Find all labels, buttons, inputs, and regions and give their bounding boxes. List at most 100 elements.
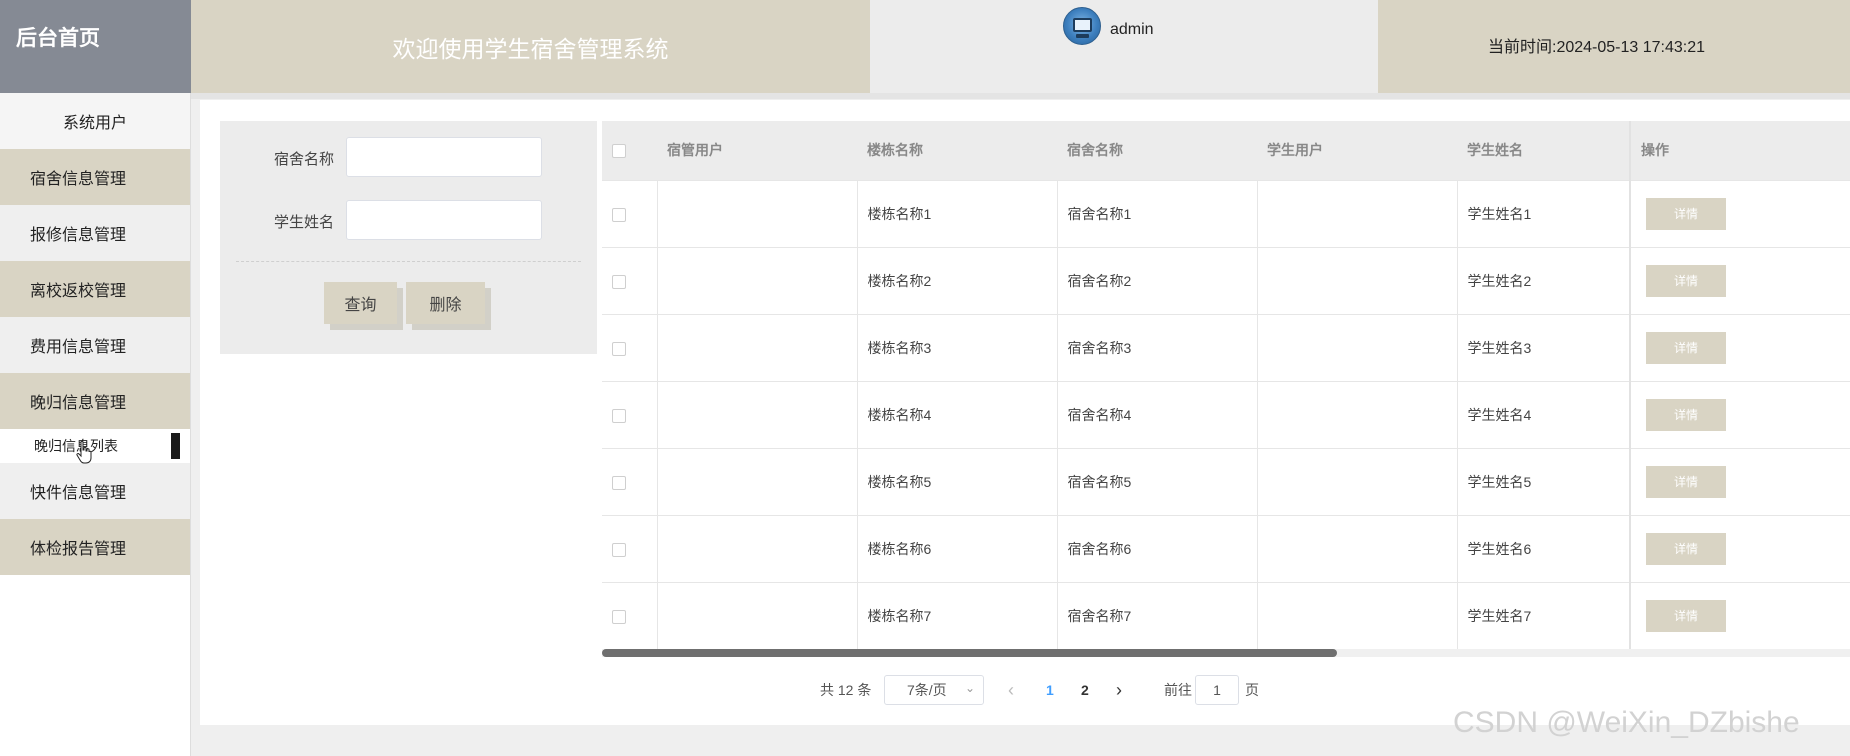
- row-checkbox[interactable]: [612, 274, 626, 289]
- select-all-checkbox[interactable]: [612, 144, 626, 159]
- search-panel: 宿舍名称 学生姓名 查询 删除: [220, 121, 597, 354]
- dorm-name-input[interactable]: [346, 137, 542, 177]
- detail-button[interactable]: 详情: [1646, 465, 1726, 498]
- active-indicator: [171, 433, 180, 459]
- manager-cell: [657, 246, 858, 314]
- column-header[interactable]: 学生姓名: [1457, 121, 1630, 180]
- column-header[interactable]: 宿管用户: [657, 121, 857, 180]
- column-header[interactable]: 楼栋名称: [857, 121, 1057, 180]
- student-name-input[interactable]: [346, 200, 542, 240]
- sidebar-item-leave-return[interactable]: 离校返校管理: [0, 261, 190, 317]
- action-cell: 详情: [1629, 313, 1850, 381]
- student-name-cell: 学生姓名4: [1457, 380, 1631, 448]
- sidebar: 系统用户 宿舍信息管理 报修信息管理 离校返校管理 费用信息管理 晚归信息管理 …: [0, 93, 191, 756]
- building-cell: 楼栋名称6: [857, 514, 1058, 582]
- table-row: 楼栋名称3 宿舍名称3 学生姓名3 详情: [602, 313, 1850, 381]
- time-value: 2024-05-13 17:43:21: [1556, 39, 1706, 56]
- student-name-cell: 学生姓名6: [1457, 514, 1631, 582]
- row-select-cell: [602, 179, 658, 247]
- page-size-value: 7条/页: [907, 682, 947, 698]
- table-row: 楼栋名称1 宿舍名称1 学生姓名1 详情: [602, 179, 1850, 247]
- scrollbar-thumb[interactable]: [602, 649, 1337, 657]
- student-name-label: 学生姓名: [274, 214, 335, 231]
- row-select-cell: [602, 313, 658, 381]
- row-checkbox[interactable]: [612, 408, 626, 423]
- sidebar-item-fee-info[interactable]: 费用信息管理: [0, 317, 190, 373]
- header-divider: [191, 93, 1850, 99]
- sidebar-item-repair-info[interactable]: 报修信息管理: [0, 205, 190, 261]
- detail-button[interactable]: 详情: [1646, 532, 1726, 565]
- student-name-cell: 学生姓名3: [1457, 313, 1631, 381]
- detail-button[interactable]: 详情: [1646, 197, 1726, 230]
- sidebar-item-label: 宿舍信息管理: [30, 171, 127, 188]
- username[interactable]: admin: [1110, 21, 1154, 39]
- prev-page-icon[interactable]: ‹: [1008, 675, 1014, 705]
- next-page-icon[interactable]: ›: [1116, 675, 1122, 705]
- column-header[interactable]: 宿舍名称: [1057, 121, 1257, 180]
- row-checkbox[interactable]: [612, 609, 626, 624]
- sidebar-item-label: 离校返校管理: [30, 283, 127, 300]
- row-checkbox[interactable]: [612, 542, 626, 557]
- row-checkbox[interactable]: [612, 207, 626, 222]
- dorm-cell: 宿舍名称2: [1057, 246, 1258, 314]
- student-user-cell: [1257, 313, 1458, 381]
- delete-button[interactable]: 删除: [406, 282, 485, 324]
- manager-cell: [657, 447, 858, 515]
- detail-button[interactable]: 详情: [1646, 264, 1726, 297]
- dorm-cell: 宿舍名称1: [1057, 179, 1258, 247]
- row-checkbox[interactable]: [612, 475, 626, 490]
- sidebar-item-label: 报修信息管理: [30, 227, 127, 244]
- sidebar-item-late-return[interactable]: 晚归信息管理: [0, 373, 190, 429]
- user-area: admin: [870, 0, 1378, 93]
- brand-home[interactable]: 后台首页: [0, 0, 191, 93]
- action-cell: 详情: [1629, 380, 1850, 448]
- manager-cell: [657, 179, 858, 247]
- table-row: 楼栋名称7 宿舍名称7 学生姓名7 详情: [602, 581, 1850, 649]
- monitor-stand-icon: [1076, 34, 1089, 38]
- system-title: 欢迎使用学生宿舍管理系统: [392, 35, 669, 62]
- page-size-select[interactable]: 7条/页 ⌄: [884, 675, 984, 705]
- goto-label: 前往: [1164, 682, 1192, 698]
- horizontal-scrollbar[interactable]: [602, 649, 1850, 657]
- column-header: 操作: [1629, 121, 1850, 180]
- detail-button[interactable]: 详情: [1646, 398, 1726, 431]
- select-all-cell: [602, 121, 657, 180]
- student-user-cell: [1257, 246, 1458, 314]
- student-name-cell: 学生姓名2: [1457, 246, 1631, 314]
- page-number-2[interactable]: 2: [1081, 675, 1089, 705]
- building-cell: 楼栋名称2: [857, 246, 1058, 314]
- sidebar-item-health-report[interactable]: 体检报告管理: [0, 519, 190, 575]
- monitor-icon: [1073, 18, 1092, 32]
- sidebar-item-dorm-info[interactable]: 宿舍信息管理: [0, 149, 190, 205]
- student-user-cell: [1257, 380, 1458, 448]
- page-number-1[interactable]: 1: [1046, 675, 1054, 705]
- building-cell: 楼栋名称3: [857, 313, 1058, 381]
- row-checkbox[interactable]: [612, 341, 626, 356]
- table-header-row: 宿管用户 楼栋名称 宿舍名称 学生用户 学生姓名 操作: [602, 121, 1850, 180]
- row-select-cell: [602, 514, 658, 582]
- action-cell: 详情: [1629, 246, 1850, 314]
- sidebar-item-system-users[interactable]: 系统用户: [0, 93, 190, 149]
- divider: [236, 261, 581, 262]
- sidebar-item-parcel-info[interactable]: 快件信息管理: [0, 463, 190, 519]
- action-cell: 详情: [1629, 447, 1850, 515]
- goto-page-input[interactable]: [1195, 675, 1239, 705]
- manager-cell: [657, 581, 858, 649]
- building-cell: 楼栋名称4: [857, 380, 1058, 448]
- detail-button[interactable]: 详情: [1646, 331, 1726, 364]
- building-cell: 楼栋名称7: [857, 581, 1058, 649]
- query-button[interactable]: 查询: [324, 282, 397, 324]
- hand-cursor-icon: [76, 440, 92, 464]
- avatar[interactable]: [1063, 7, 1101, 45]
- sidebar-item-label: 晚归信息管理: [30, 395, 127, 412]
- sidebar-subitem-late-return-list[interactable]: 晚归信息列表: [0, 429, 190, 463]
- goto-suffix: 页: [1245, 682, 1259, 698]
- student-user-cell: [1257, 447, 1458, 515]
- dorm-cell: 宿舍名称6: [1057, 514, 1258, 582]
- detail-button[interactable]: 详情: [1646, 599, 1726, 632]
- manager-cell: [657, 313, 858, 381]
- table-row: 楼栋名称6 宿舍名称6 学生姓名6 详情: [602, 514, 1850, 582]
- column-header[interactable]: 学生用户: [1257, 121, 1457, 180]
- dorm-cell: 宿舍名称3: [1057, 313, 1258, 381]
- chevron-down-icon: ⌄: [964, 681, 975, 695]
